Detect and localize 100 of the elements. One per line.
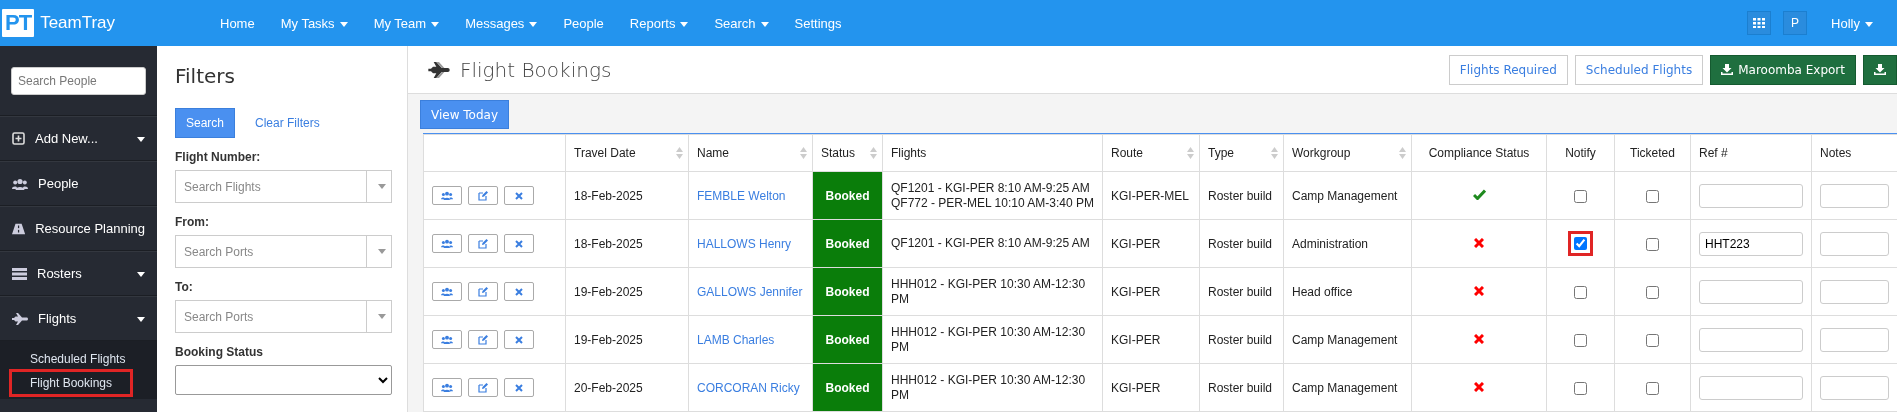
plane-icon: [12, 312, 28, 325]
people-button[interactable]: [432, 234, 462, 253]
app-name[interactable]: TeamTray: [40, 13, 116, 33]
sidebar-item[interactable]: Resource Planning: [0, 206, 157, 251]
server-icon: [12, 267, 27, 280]
select-field[interactable]: [175, 365, 392, 395]
delete-button[interactable]: [504, 234, 534, 253]
column-header[interactable]: Status: [812, 134, 883, 172]
search-select[interactable]: Search Ports: [175, 235, 392, 268]
column-header[interactable]: Travel Date: [565, 134, 689, 172]
edit-button[interactable]: [468, 234, 498, 253]
delete-button[interactable]: [504, 282, 534, 301]
input-field[interactable]: [1699, 375, 1803, 400]
people-button[interactable]: [432, 330, 462, 349]
edit-button[interactable]: [468, 186, 498, 205]
people-button[interactable]: [432, 282, 462, 301]
nav-link[interactable]: Search: [701, 15, 782, 31]
plane-icon: [428, 61, 450, 78]
column-header[interactable]: Route: [1102, 134, 1200, 172]
checkbox[interactable]: [1646, 189, 1659, 203]
table-cell: Roster build: [1199, 219, 1284, 268]
apps-grid-icon[interactable]: [1747, 11, 1772, 35]
nav-link[interactable]: People: [550, 15, 617, 31]
checkbox[interactable]: [1574, 333, 1587, 347]
caret-icon: [137, 272, 145, 278]
user-menu[interactable]: Holly: [1831, 15, 1881, 31]
table-cell: KGI-PER: [1102, 315, 1200, 364]
column-header[interactable]: Type: [1199, 134, 1284, 172]
column-header: Flights: [882, 134, 1103, 172]
edit-button[interactable]: [468, 282, 498, 301]
caret-icon: [339, 21, 348, 27]
edit-button[interactable]: [468, 330, 498, 349]
input-field[interactable]: [1820, 231, 1889, 256]
column-header[interactable]: Workgroup: [1283, 134, 1412, 172]
table-cell: Roster build: [1199, 363, 1284, 412]
table-cell: HHH012 - KGI-PER 10:30 AM-12:30 PM: [882, 363, 1103, 412]
checkbox[interactable]: [1574, 189, 1587, 203]
sidebar-item[interactable]: Rosters: [0, 251, 157, 296]
view-today-button[interactable]: View Today: [420, 100, 509, 129]
caret-icon: [680, 21, 689, 27]
clear-filters-link[interactable]: Clear Filters: [255, 116, 320, 130]
name-link[interactable]: LAMB Charles: [697, 332, 775, 347]
panel-title: Filters: [175, 64, 236, 88]
status-cell: Booked: [812, 315, 883, 364]
input-field[interactable]: [1820, 279, 1889, 304]
table-cell: KGI-PER: [1102, 219, 1200, 268]
people-icon: [441, 239, 453, 248]
table-cell: KGI-PER: [1102, 363, 1200, 412]
search-field[interactable]: Search People: [11, 66, 146, 95]
people-button[interactable]: [432, 378, 462, 397]
checkbox[interactable]: [1646, 333, 1659, 347]
logo-mark[interactable]: PT: [2, 9, 35, 37]
nav-link[interactable]: Home: [207, 15, 268, 31]
search-button[interactable]: Search: [175, 108, 236, 138]
link-button[interactable]: Flights Required: [1448, 54, 1568, 85]
input-field[interactable]: [1820, 327, 1889, 352]
sidebar-subitem[interactable]: Flight Bookings: [12, 372, 131, 394]
search-select[interactable]: Search Ports: [175, 300, 392, 333]
search-select[interactable]: Search Flights: [175, 170, 392, 203]
nav-link[interactable]: My Team: [360, 15, 453, 31]
delete-button[interactable]: [504, 330, 534, 349]
profile-button[interactable]: P: [1783, 11, 1808, 35]
table-cell: Camp Management: [1283, 315, 1412, 364]
input-field[interactable]: [1820, 375, 1889, 400]
caret-icon: [760, 21, 769, 27]
table-cell: HHH012 - KGI-PER 10:30 AM-12:30 PM: [882, 315, 1103, 364]
checkbox[interactable]: [1646, 237, 1659, 251]
nav-link[interactable]: My Tasks: [267, 15, 361, 31]
table-cell: Roster build: [1199, 171, 1284, 220]
delete-button[interactable]: [504, 378, 534, 397]
input-field[interactable]: [1699, 327, 1803, 352]
table-cell: Camp Management: [1283, 363, 1412, 412]
checkbox[interactable]: [1574, 381, 1587, 395]
input-field[interactable]: [1820, 183, 1889, 208]
checkbox[interactable]: [1574, 285, 1587, 299]
edit-icon: [478, 286, 488, 297]
export-button[interactable]: [1863, 54, 1897, 85]
people-button[interactable]: [432, 186, 462, 205]
export-button[interactable]: Maroomba Export: [1710, 54, 1856, 85]
table-cell: QF1201 - KGI-PER 8:10 AM-9:25 AM: [882, 219, 1103, 268]
table-cell: 18-Feb-2025: [565, 171, 689, 220]
checkbox[interactable]: [1646, 381, 1659, 395]
nav-link[interactable]: Settings: [781, 15, 855, 31]
link-button[interactable]: Scheduled Flights: [1574, 54, 1704, 85]
close-icon: [515, 239, 523, 248]
delete-button[interactable]: [504, 186, 534, 205]
close-icon: [515, 383, 523, 392]
nav-link[interactable]: Reports: [616, 15, 702, 31]
sidebar-item[interactable]: Add New...: [0, 116, 157, 161]
nav-link[interactable]: Messages: [452, 15, 551, 31]
table-cell: Camp Management: [1283, 171, 1412, 220]
column-header[interactable]: Name: [688, 134, 813, 172]
edit-button[interactable]: [468, 378, 498, 397]
checkbox[interactable]: [1646, 285, 1659, 299]
input-field[interactable]: HHT223: [1699, 231, 1803, 256]
table-cell: 19-Feb-2025: [565, 315, 689, 364]
input-field[interactable]: [1699, 183, 1803, 208]
sidebar-subitem[interactable]: Scheduled Flights: [12, 348, 144, 370]
input-field[interactable]: [1699, 279, 1803, 304]
edit-icon: [478, 382, 488, 393]
